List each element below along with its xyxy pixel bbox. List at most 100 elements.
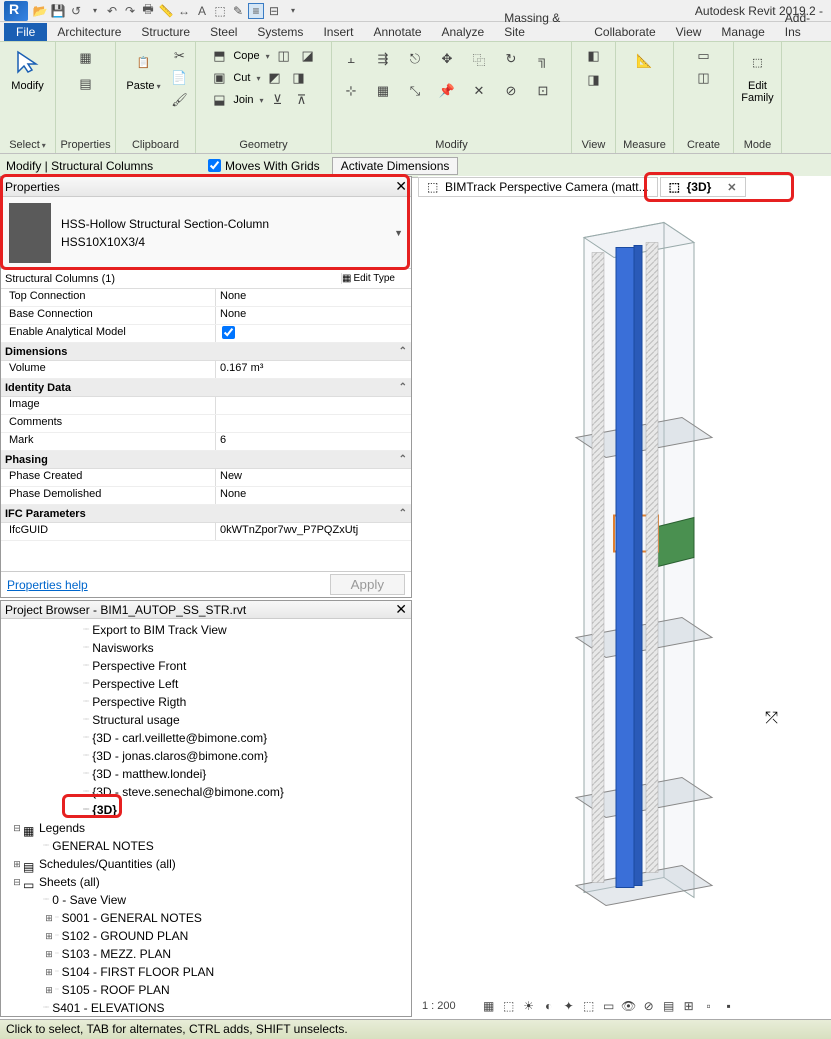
prop-top-conn-val[interactable]: None xyxy=(216,289,411,306)
grp-phasing[interactable]: Phasing xyxy=(5,454,48,466)
enable-analytical-check[interactable] xyxy=(222,326,235,339)
cut-geo-icon[interactable]: ▣ xyxy=(209,68,229,88)
create1-icon[interactable]: ▭ xyxy=(694,46,714,66)
tree-item[interactable]: ┈┈GENERAL NOTES xyxy=(5,837,407,855)
tree-item[interactable]: ┈┈{3D - matthew.londei} xyxy=(5,765,407,783)
split-icon[interactable]: ⊹ xyxy=(338,78,364,104)
tree-item[interactable]: ⊞┈S001 - GENERAL NOTES xyxy=(5,909,407,927)
copy-mod-icon[interactable]: ⿻ xyxy=(466,46,492,72)
close-props-icon[interactable]: ✕ xyxy=(395,178,407,195)
offset-icon[interactable]: ⇶ xyxy=(370,46,396,72)
tab-steel[interactable]: Steel xyxy=(200,23,247,41)
rotate-icon[interactable]: ↻ xyxy=(498,46,524,72)
thin-lines-icon[interactable]: ≡ xyxy=(248,3,264,19)
type-dropdown-icon[interactable]: ▼ xyxy=(394,228,403,238)
tab-annotate[interactable]: Annotate xyxy=(363,23,431,41)
edit-family-button[interactable]: ⬚Edit Family xyxy=(736,46,780,104)
grp-identity[interactable]: Identity Data xyxy=(5,382,71,394)
detail-level-icon[interactable]: ▦ xyxy=(482,999,496,1013)
properties-help-link[interactable]: Properties help xyxy=(7,578,88,592)
undo-icon[interactable]: ↶ xyxy=(104,3,120,19)
apply-button[interactable]: Apply xyxy=(330,574,405,595)
prop-ifcguid-val[interactable]: 0kWTnZpor7wv_P7PQZxUtj xyxy=(216,523,411,540)
tree-item[interactable]: ⊞┈S102 - GROUND PLAN xyxy=(5,927,407,945)
crop-icon[interactable]: ⬚ xyxy=(582,999,596,1013)
project-tree[interactable]: ┈┈Export to BIM Track View ┈┈Navisworks … xyxy=(1,619,411,1016)
type-prop-icon[interactable]: ▦ xyxy=(72,46,100,70)
del-icon[interactable]: ⊘ xyxy=(498,78,524,104)
tree-item-3d-active[interactable]: ┈┈{3D} xyxy=(5,801,407,819)
tree-item[interactable]: ⊞┈S103 - MEZZ. PLAN xyxy=(5,945,407,963)
3d-view[interactable]: 1 : 200 ▦ ⬚ ☀ ◐ ✦ ⬚ ▭ 👁 ⊘ ▤ ⊞ ▫ ▪ xyxy=(414,198,831,1017)
select-label[interactable]: Select xyxy=(9,139,46,151)
tab-view[interactable]: View xyxy=(666,23,712,41)
tree-item[interactable]: ┈┈Structural usage xyxy=(5,711,407,729)
tab-architecture[interactable]: Architecture xyxy=(47,23,131,41)
moves-checkbox[interactable] xyxy=(208,159,221,172)
tree-item[interactable]: ┈┈Perspective Rigth xyxy=(5,693,407,711)
tree-item[interactable]: ┈┈S401 - ELEVATIONS xyxy=(5,999,407,1016)
vc1-icon[interactable]: ▫ xyxy=(702,999,716,1013)
tab-massing[interactable]: Massing & Site xyxy=(494,9,584,41)
unpin-icon[interactable]: ✕ xyxy=(466,78,492,104)
measure-icon2[interactable]: 📐 xyxy=(630,46,660,76)
tab-insert[interactable]: Insert xyxy=(313,23,363,41)
view-scale[interactable]: 1 : 200 xyxy=(422,1000,456,1012)
view-tab-3d[interactable]: ⬚ {3D} ✕ xyxy=(660,177,746,197)
tab-structure[interactable]: Structure xyxy=(131,23,200,41)
edit-type-button[interactable]: ▦Edit Type xyxy=(341,273,411,284)
mirror-icon[interactable]: ⎋ xyxy=(402,46,428,72)
paste-button[interactable]: 📋Paste xyxy=(122,46,166,92)
text-icon[interactable]: A xyxy=(194,3,210,19)
copy-icon[interactable]: 📄 xyxy=(170,68,190,88)
dim-icon[interactable]: ↔ xyxy=(176,3,192,19)
tree-item[interactable]: ⊞┈S105 - ROOF PLAN xyxy=(5,981,407,999)
v2-icon[interactable]: ◨ xyxy=(584,70,604,90)
redo-icon[interactable]: ↷ xyxy=(122,3,138,19)
print-icon[interactable]: 🖶 xyxy=(140,3,156,19)
tree-item[interactable]: ┈┈{3D - steve.senechal@bimone.com} xyxy=(5,783,407,801)
tab-analyze[interactable]: Analyze xyxy=(432,23,495,41)
tree-item[interactable]: ┈┈Export to BIM Track View xyxy=(5,621,407,639)
prop-phase-created-val[interactable]: New xyxy=(216,469,411,486)
tree-item[interactable]: ┈┈{3D - jonas.claros@bimone.com} xyxy=(5,747,407,765)
activate-dimensions-button[interactable]: Activate Dimensions xyxy=(332,157,459,175)
tab-addins[interactable]: Add-Ins xyxy=(775,9,831,41)
tree-legends[interactable]: ⊟▦Legends xyxy=(5,819,407,837)
tree-schedules[interactable]: ⊞▤Schedules/Quantities (all) xyxy=(5,855,407,873)
close-browser-icon[interactable]: ✕ xyxy=(395,601,407,618)
sun-icon[interactable]: ☀ xyxy=(522,999,536,1013)
grp-ifc[interactable]: IFC Parameters xyxy=(5,508,86,520)
move-icon[interactable]: ✥ xyxy=(434,46,460,72)
array-icon[interactable]: ▦ xyxy=(370,78,396,104)
tab-systems[interactable]: Systems xyxy=(247,23,313,41)
tab-collaborate[interactable]: Collaborate xyxy=(584,23,665,41)
tree-item[interactable]: ┈┈Navisworks xyxy=(5,639,407,657)
inst-prop-icon[interactable]: ▤ xyxy=(72,72,100,96)
tab-manage[interactable]: Manage xyxy=(711,23,774,41)
visual-style-icon[interactable]: ⬚ xyxy=(502,999,516,1013)
view-tab-bimtrack[interactable]: ⬚ BIMTrack Perspective Camera (matt... xyxy=(418,177,658,197)
prop-base-conn-val[interactable]: None xyxy=(216,307,411,324)
cut-icon[interactable]: ✂ xyxy=(170,46,190,66)
match-icon[interactable]: 🖌 xyxy=(170,90,190,110)
3d-icon[interactable]: ⬚ xyxy=(212,3,228,19)
tree-item[interactable]: ┈┈{3D - carl.veillette@bimone.com} xyxy=(5,729,407,747)
scale-icon[interactable]: ⤡ xyxy=(402,78,428,104)
modify-button[interactable]: Modify xyxy=(6,46,50,92)
save-icon[interactable]: 💾 xyxy=(50,3,66,19)
crop-vis-icon[interactable]: ▭ xyxy=(602,999,616,1013)
tree-item[interactable]: ┈┈0 - Save View xyxy=(5,891,407,909)
align-icon[interactable]: ⫠ xyxy=(338,46,364,72)
worksharing-icon[interactable]: ⊞ xyxy=(682,999,696,1013)
prop-phase-demo-val[interactable]: None xyxy=(216,487,411,504)
render-icon[interactable]: ✦ xyxy=(562,999,576,1013)
prop-image-val[interactable] xyxy=(216,397,411,414)
close-tab-icon[interactable]: ✕ xyxy=(727,181,736,194)
moves-with-grids-check[interactable]: Moves With Grids xyxy=(208,159,320,173)
measure-icon[interactable]: 📏 xyxy=(158,3,174,19)
open-icon[interactable]: 📂 xyxy=(32,3,48,19)
reveal-icon[interactable]: ▤ xyxy=(662,999,676,1013)
jn3-icon[interactable]: ⊼ xyxy=(292,90,312,110)
grp-icon[interactable]: ⊡ xyxy=(530,78,556,104)
